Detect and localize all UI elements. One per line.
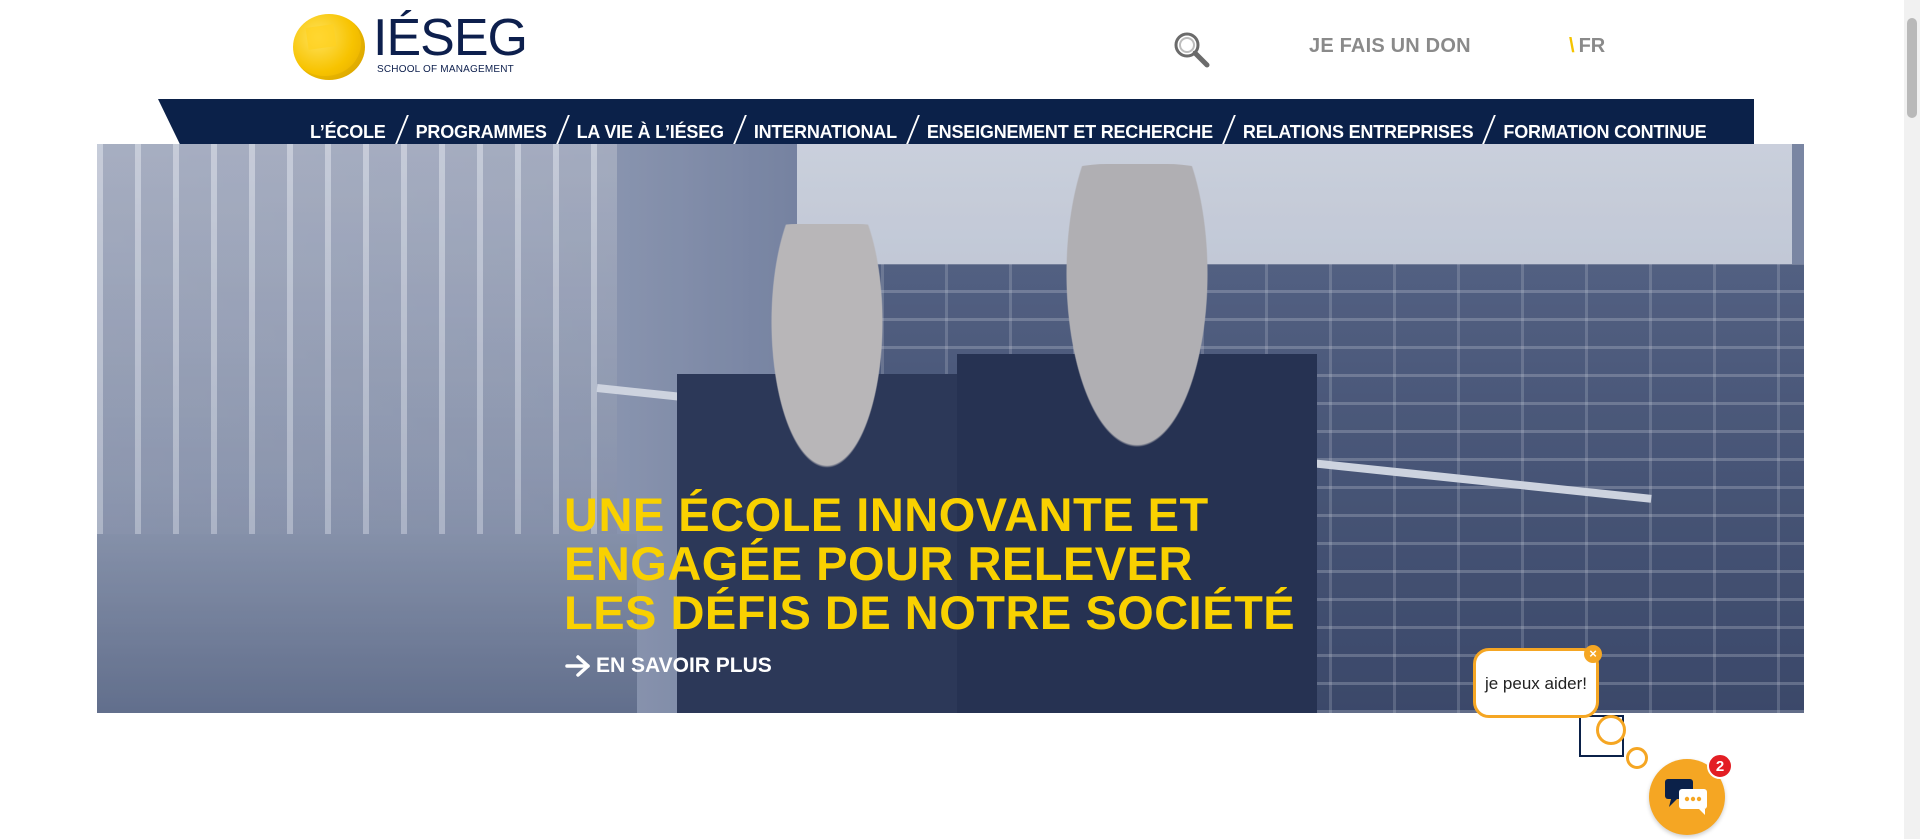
nav-item-ecole[interactable]: L’ÉCOLE (310, 122, 386, 143)
chat-notification-badge: 2 (1707, 753, 1733, 779)
chat-prompt-bubble[interactable]: je peux aider! × (1473, 645, 1602, 718)
language-switcher[interactable]: \ FR (1569, 35, 1605, 58)
page-scrollbar[interactable] (1904, 0, 1920, 839)
language-current: FR (1578, 35, 1606, 57)
hero-headline: UNE ÉCOLE INNOVANTE ET ENGAGÉE POUR RELE… (564, 490, 1295, 637)
logo[interactable]: IÉSEG SCHOOL OF MANAGEMENT (293, 9, 533, 82)
hero-headline-line: LES DÉFIS DE NOTRE SOCIÉTÉ (564, 586, 1296, 639)
chat-prompt-text: je peux aider! (1484, 673, 1588, 693)
arrow-right-icon (565, 655, 590, 677)
page: IÉSEG SCHOOL OF MANAGEMENT JE FAIS UN DO… (0, 0, 1920, 839)
logo-subtitle: SCHOOL OF MANAGEMENT (377, 64, 514, 75)
chat-icon (1665, 779, 1707, 815)
search-icon[interactable] (1172, 30, 1210, 68)
learn-more-link[interactable]: EN SAVOIR PLUS (564, 654, 772, 678)
nav-item-relations-entreprises[interactable]: RELATIONS ENTREPRISES (1243, 122, 1474, 143)
logo-globe-icon (293, 14, 365, 80)
nav-item-vie-ieseg[interactable]: LA VIE À L’IÉSEG (577, 122, 724, 143)
logo-name: IÉSEG (373, 9, 528, 67)
chat-bubble-tail-large (1596, 715, 1626, 745)
nav-item-formation-continue[interactable]: FORMATION CONTINUE (1503, 122, 1706, 143)
close-icon[interactable]: × (1584, 645, 1602, 663)
nav-item-enseignement-recherche[interactable]: ENSEIGNEMENT ET RECHERCHE (927, 122, 1213, 143)
chat-bubble-tail-small (1626, 747, 1648, 769)
language-separator: \ (1569, 35, 1575, 57)
hero-banner: UNE ÉCOLE INNOVANTE ET ENGAGÉE POUR RELE… (97, 144, 1804, 713)
nav-item-international[interactable]: INTERNATIONAL (754, 122, 897, 143)
logo-text: IÉSEG SCHOOL OF MANAGEMENT (373, 9, 528, 75)
hero-headline-line: ENGAGÉE POUR RELEVER (564, 537, 1193, 590)
scrollbar-thumb[interactable] (1907, 18, 1917, 118)
learn-more-label: EN SAVOIR PLUS (596, 654, 772, 677)
nav-item-programmes[interactable]: PROGRAMMES (416, 122, 547, 143)
hero-headline-line: UNE ÉCOLE INNOVANTE ET (564, 488, 1209, 541)
donate-link[interactable]: JE FAIS UN DON (1309, 35, 1471, 58)
